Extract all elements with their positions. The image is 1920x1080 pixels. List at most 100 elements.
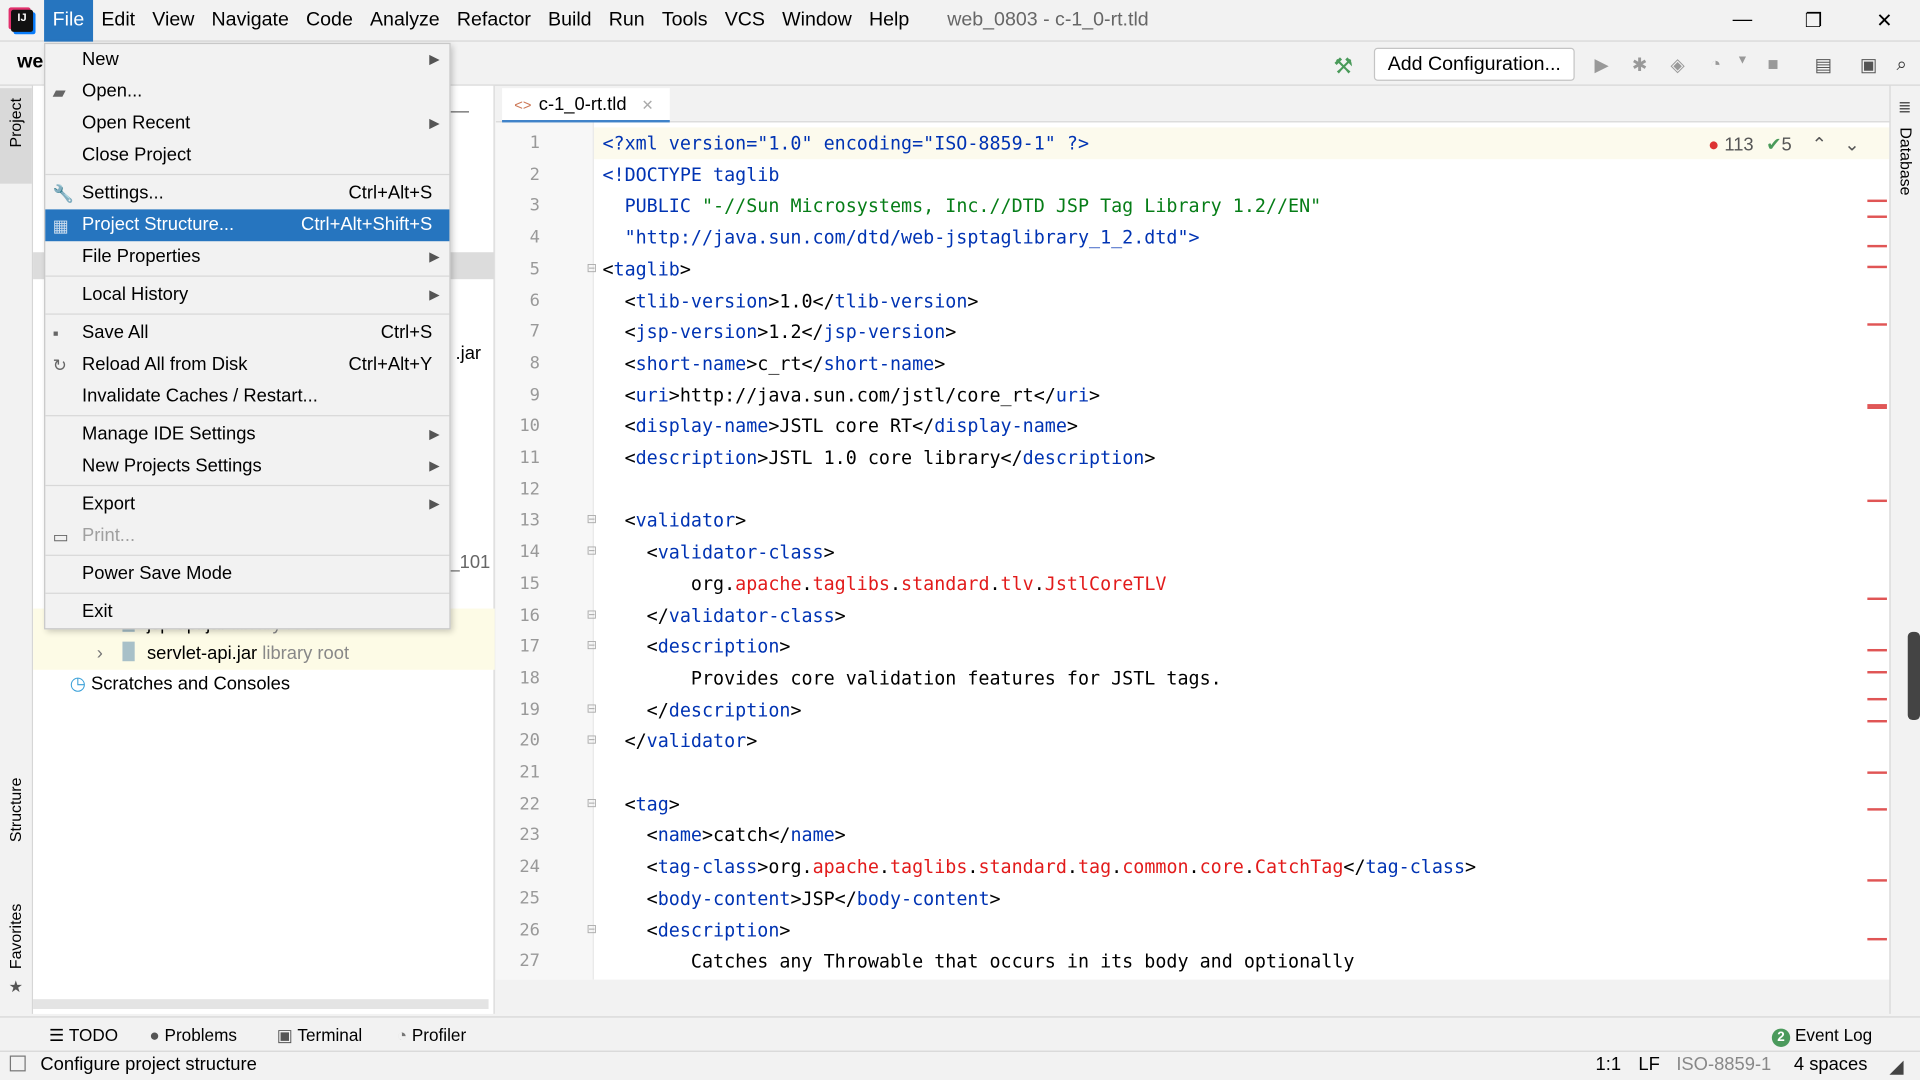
menu-item-settings[interactable]: 🔧 Settings... Ctrl+Alt+S [45,178,449,210]
todo-tool-button[interactable]: ☰ TODO [49,1025,118,1046]
menu-item-open[interactable]: ▰ Open... [45,76,449,108]
error-stripe-mark[interactable] [1867,697,1887,701]
menu-edit[interactable]: Edit [93,0,144,41]
menu-analyze[interactable]: Analyze [361,0,448,41]
error-stripe-mark[interactable] [1867,265,1887,269]
menu-tools[interactable]: Tools [653,0,716,41]
line-number: 25 [519,888,541,909]
menu-item-close-project[interactable]: Close Project [45,140,449,172]
debug-icon[interactable]: ✱ [1629,54,1651,76]
menu-refactor[interactable]: Refactor [448,0,539,41]
file-encoding[interactable]: ISO-8859-1 [1676,1054,1771,1075]
error-stripe-mark[interactable] [1867,720,1887,723]
fold-icon[interactable]: ⊟ [587,639,597,652]
close-window-icon[interactable]: ✕ [1849,8,1920,32]
error-stripe-mark[interactable] [1867,215,1887,218]
run-icon[interactable]: ▶ [1591,54,1613,76]
label: Profiler [411,1024,467,1045]
menu-view[interactable]: View [144,0,203,41]
coverage-icon[interactable]: ◈ [1667,54,1689,76]
menu-code[interactable]: Code [297,0,361,41]
code-token: >JSTL core RT</ [768,415,935,438]
build-hammer-icon[interactable]: ⚒ [1332,54,1354,78]
lock-icon[interactable]: ◢ [1889,1056,1903,1078]
event-log-button[interactable]: 2 Event Log [1771,1025,1872,1047]
error-stripe-mark[interactable] [1867,244,1887,248]
error-stripe-mark[interactable] [1867,671,1887,674]
inspection-widget[interactable]: ● 113 ✔5 ⌃ ⌄ [1708,133,1860,156]
project-tool-tab[interactable]: Project [0,88,32,184]
menu-item-reload-all-from-disk[interactable]: ↻ Reload All from Disk Ctrl+Alt+Y [45,349,449,381]
fold-icon[interactable]: ⊟ [587,514,597,527]
menu-item-new-projects-settings[interactable]: New Projects Settings ▶ [45,451,449,483]
structure-tool-tab[interactable]: Structure [6,778,24,843]
terminal-tool-button[interactable]: ▣ Terminal [277,1025,362,1046]
indent-setting[interactable]: 4 spaces [1794,1054,1868,1075]
collapse-icon[interactable]: — [451,100,469,121]
menu-item-new[interactable]: New ▶ [45,44,449,76]
menu-help[interactable]: Help [860,0,917,41]
profiler-tool-button[interactable]: ◔ Profiler [397,1025,466,1045]
menu-window[interactable]: Window [774,0,861,41]
menu-item-file-properties[interactable]: File Properties ▶ [45,241,449,273]
next-highlight-icon[interactable]: ⌄ [1844,135,1859,156]
fold-icon[interactable]: ⊟ [587,608,597,621]
fold-icon[interactable]: ⊟ [587,545,597,558]
restore-icon[interactable]: ❐ [1778,8,1849,32]
error-stripe-mark[interactable] [1867,771,1887,774]
window-icon[interactable]: ▣ [1858,54,1880,76]
tree-item-scratches[interactable]: ◷ Scratches and Consoles [70,672,290,694]
minimize-icon[interactable]: — [1707,9,1778,31]
menu-item-label: Reload All from Disk [82,353,248,375]
fold-icon[interactable]: ⊟ [587,923,597,936]
fold-icon[interactable]: ⊟ [587,797,597,810]
error-stripe-mark[interactable] [1867,499,1887,503]
fold-icon[interactable]: ⊟ [587,702,597,715]
search-icon[interactable]: ⌕ [1891,54,1913,76]
favorites-tool-tab[interactable]: Favorites [6,904,24,969]
menu-item-export[interactable]: Export ▶ [45,489,449,521]
menu-item-power-save-mode[interactable]: Power Save Mode [45,558,449,590]
menu-vcs[interactable]: VCS [716,0,773,41]
menu-item-project-structure[interactable]: ▦ Project Structure... Ctrl+Alt+Shift+S [45,209,450,242]
menu-item-open-recent[interactable]: Open Recent ▶ [45,108,449,140]
chevron-down-icon[interactable]: ▼ [1731,54,1753,76]
code-token: tlv [1000,572,1034,595]
editor-tab[interactable]: <> c-1_0-rt.tld ✕ [502,88,670,124]
close-tab-icon[interactable]: ✕ [641,97,653,114]
database-tool-tab[interactable]: Database [1897,127,1915,195]
menu-run[interactable]: Run [600,0,653,41]
menu-item-save-all[interactable]: ▪ Save All Ctrl+S [45,317,449,349]
menu-file[interactable]: File [44,0,93,42]
horizontal-scrollbar[interactable] [33,999,489,1009]
code-token: description [668,698,791,721]
fold-icon[interactable]: ⊟ [587,262,597,275]
error-stripe-mark[interactable] [1867,199,1887,203]
code-token: . [1066,856,1078,879]
error-stripe-mark[interactable] [1867,648,1887,652]
error-stripe-mark[interactable] [1867,808,1887,811]
project-structure-icon[interactable]: ▤ [1812,54,1834,76]
menu-item-exit[interactable]: Exit [45,596,449,628]
menu-item-invalidate-caches-restart[interactable]: Invalidate Caches / Restart... [45,381,449,413]
error-stripe-mark[interactable] [1867,597,1887,601]
error-stripe-mark[interactable] [1867,406,1887,409]
fold-icon[interactable]: ⊟ [587,734,597,747]
error-stripe-mark[interactable] [1867,323,1887,326]
menu-build[interactable]: Build [539,0,600,41]
profile-icon[interactable]: ◔ [1704,54,1726,76]
add-configuration-button[interactable]: Add Configuration... [1373,47,1575,81]
tree-item-servlet-api[interactable]: › servlet-api.jar library root [97,641,349,664]
stop-icon[interactable]: ■ [1762,54,1784,76]
previous-highlight-icon[interactable]: ⌃ [1812,135,1827,156]
caret-position[interactable]: 1:1 [1596,1054,1622,1075]
error-stripe-mark[interactable] [1867,937,1887,941]
problems-tool-button[interactable]: ● Problems [149,1025,237,1045]
toggle-tool-windows-icon[interactable] [9,1055,26,1072]
menu-item-local-history[interactable]: Local History ▶ [45,279,449,311]
line-separator[interactable]: LF [1638,1054,1659,1075]
code-editor[interactable]: 1 <?xml version="1.0" encoding="ISO-8859-… [495,122,1890,980]
error-stripe-mark[interactable] [1867,879,1887,882]
menu-item-manage-ide-settings[interactable]: Manage IDE Settings ▶ [45,419,449,451]
menu-navigate[interactable]: Navigate [203,0,297,41]
